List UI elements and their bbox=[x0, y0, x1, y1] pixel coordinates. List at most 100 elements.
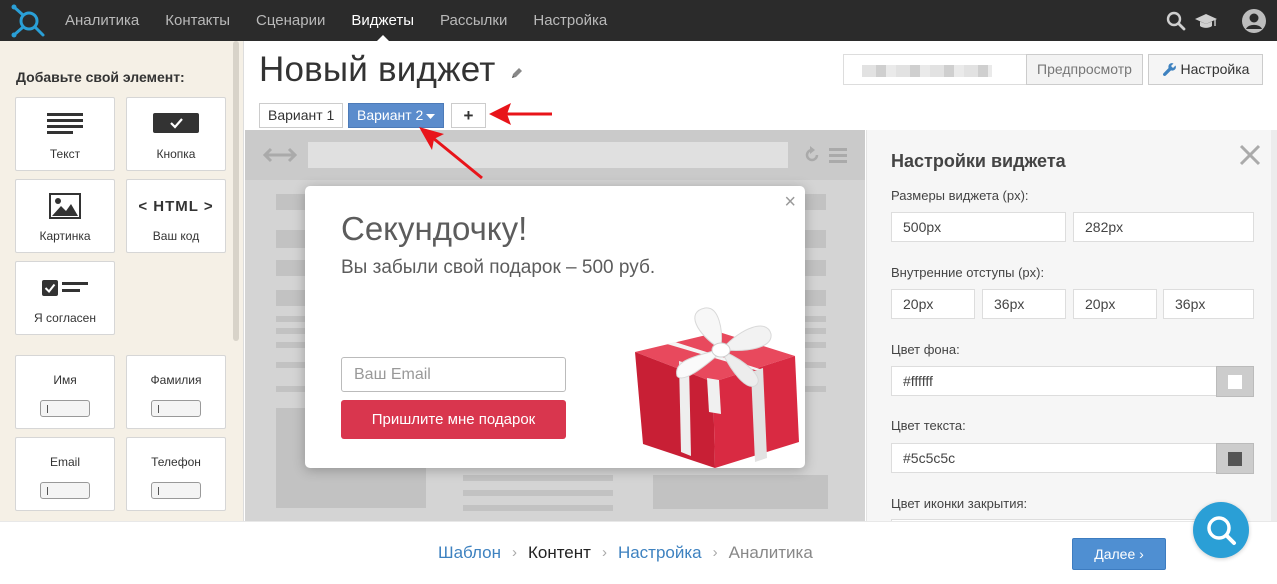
wrench-icon bbox=[1162, 63, 1176, 77]
palette-tile-label: Телефон bbox=[151, 455, 201, 469]
tab-variant-2[interactable]: Вариант 2 bbox=[348, 103, 445, 128]
palette-tile-first-name[interactable]: Имя bbox=[15, 355, 115, 429]
wizard-steps: Шаблон › Контент › Настройка › Аналитика bbox=[438, 522, 813, 582]
content-placeholder bbox=[653, 475, 828, 509]
element-palette: Добавьте свой элемент: Текст Кнопка Карт… bbox=[0, 41, 244, 521]
account-button[interactable] bbox=[1239, 0, 1269, 41]
education-button[interactable] bbox=[1191, 0, 1221, 41]
text-lines-icon bbox=[47, 113, 83, 134]
graduation-cap-icon bbox=[1195, 13, 1217, 28]
palette-tile-phone[interactable]: Телефон bbox=[126, 437, 226, 511]
content-placeholder bbox=[463, 490, 613, 496]
close-icon[interactable] bbox=[1237, 142, 1263, 168]
reload-icon bbox=[805, 146, 819, 162]
step-settings[interactable]: Настройка bbox=[618, 522, 702, 582]
popup-subheading[interactable]: Вы забыли свой подарок – 500 руб. bbox=[341, 257, 655, 279]
search-icon bbox=[1166, 11, 1186, 30]
user-avatar-icon bbox=[1242, 8, 1266, 33]
palette-tile-label: Email bbox=[49, 455, 80, 469]
popup-submit-button[interactable]: Пришлите мне подарок bbox=[341, 400, 566, 439]
height-input[interactable]: 282px bbox=[1073, 212, 1254, 242]
chevron-right-icon: › bbox=[601, 544, 607, 561]
palette-tile-button[interactable]: Кнопка bbox=[126, 97, 226, 171]
padding-top-input[interactable]: 20px bbox=[891, 289, 975, 319]
palette-tile-label: Кнопка bbox=[156, 147, 196, 161]
close-color-label: Цвет иконки закрытия: bbox=[891, 496, 1028, 511]
text-color-label: Цвет текста: bbox=[891, 418, 966, 433]
palette-tile-last-name[interactable]: Фамилия bbox=[126, 355, 226, 429]
step-content[interactable]: Контент bbox=[528, 522, 591, 582]
popup-heading[interactable]: Секундочку! bbox=[341, 210, 527, 248]
nav-item-widgets[interactable]: Виджеты bbox=[338, 0, 427, 41]
palette-tile-label: Фамилия bbox=[150, 373, 202, 387]
widget-settings-panel: Настройки виджета Размеры виджета (px): … bbox=[866, 130, 1277, 521]
widget-popup[interactable]: × Секундочку! Вы забыли свой подарок – 5… bbox=[305, 186, 805, 468]
chevron-right-icon: › bbox=[712, 544, 718, 561]
palette-tile-label: Ваш код bbox=[152, 229, 200, 243]
palette-tile-html[interactable]: < HTML > Ваш код bbox=[126, 179, 226, 253]
bg-color-label: Цвет фона: bbox=[891, 342, 960, 357]
settings-scrollbar[interactable] bbox=[1271, 130, 1277, 521]
tab-label: Вариант 2 bbox=[357, 107, 424, 123]
main-nav: Аналитика Контакты Сценарии Виджеты Расс… bbox=[52, 0, 620, 41]
blurred-url bbox=[862, 65, 992, 77]
tab-variant-1[interactable]: Вариант 1 bbox=[259, 103, 344, 128]
text-color-input[interactable]: #5c5c5c bbox=[891, 443, 1217, 473]
back-forward-icon bbox=[263, 147, 297, 163]
padding-bottom-input[interactable]: 20px bbox=[1073, 289, 1157, 319]
preview-button[interactable]: Предпросмотр bbox=[1026, 54, 1143, 85]
palette-tile-label: Картинка bbox=[39, 229, 91, 243]
padding-right-input[interactable]: 36px bbox=[982, 289, 1066, 319]
padding-label: Внутренние отступы (px): bbox=[891, 265, 1045, 280]
pencil-icon[interactable] bbox=[510, 66, 524, 80]
width-input[interactable]: 500px bbox=[891, 212, 1066, 242]
address-bar-placeholder bbox=[308, 142, 788, 168]
palette-scrollbar[interactable] bbox=[233, 41, 239, 341]
search-button[interactable] bbox=[1161, 0, 1191, 41]
checkbox-icon bbox=[42, 280, 88, 296]
popup-email-input[interactable] bbox=[341, 357, 566, 392]
help-search-button[interactable] bbox=[1193, 502, 1249, 558]
arrow-to-add-tab bbox=[489, 103, 552, 125]
popup-close-icon[interactable]: × bbox=[784, 192, 796, 212]
nav-item-contacts[interactable]: Контакты bbox=[152, 0, 243, 41]
palette-tile-image[interactable]: Картинка bbox=[15, 179, 115, 253]
padding-left-input[interactable]: 36px bbox=[1163, 289, 1254, 319]
content-placeholder bbox=[463, 505, 613, 511]
size-label: Размеры виджета (px): bbox=[891, 188, 1029, 203]
text-color-swatch[interactable] bbox=[1216, 443, 1254, 474]
bg-color-swatch[interactable] bbox=[1216, 366, 1254, 397]
preview-url-input[interactable] bbox=[843, 54, 1027, 85]
wizard-footer: Шаблон › Контент › Настройка › Аналитика… bbox=[0, 521, 1277, 581]
html-code-icon: < HTML > bbox=[138, 197, 214, 215]
input-field-icon bbox=[151, 482, 201, 499]
next-button[interactable]: Далее › bbox=[1072, 538, 1166, 570]
input-field-icon bbox=[40, 400, 90, 417]
add-variant-button[interactable]: + bbox=[451, 103, 486, 128]
nav-item-settings[interactable]: Настройка bbox=[520, 0, 620, 41]
input-field-icon bbox=[40, 482, 90, 499]
palette-tile-text[interactable]: Текст bbox=[15, 97, 115, 171]
step-template[interactable]: Шаблон bbox=[438, 522, 501, 582]
gift-box-image bbox=[635, 307, 799, 468]
image-icon bbox=[49, 193, 81, 219]
palette-tile-email[interactable]: Email bbox=[15, 437, 115, 511]
nav-item-mailings[interactable]: Рассылки bbox=[427, 0, 520, 41]
palette-heading: Добавьте свой элемент: bbox=[16, 69, 185, 85]
settings-button-label: Настройка bbox=[1180, 61, 1250, 77]
nav-item-analytics[interactable]: Аналитика bbox=[52, 0, 152, 41]
step-analytics[interactable]: Аналитика bbox=[729, 522, 813, 582]
input-field-icon bbox=[151, 400, 201, 417]
palette-tile-label: Имя bbox=[53, 373, 77, 387]
settings-button[interactable]: Настройка bbox=[1148, 54, 1263, 85]
chevron-right-icon: › bbox=[511, 544, 517, 561]
caret-down-icon bbox=[426, 114, 436, 119]
nav-item-scenarios[interactable]: Сценарии bbox=[243, 0, 338, 41]
palette-tile-label: Текст bbox=[49, 147, 81, 161]
page-title: Новый виджет bbox=[259, 50, 496, 89]
logo-icon[interactable] bbox=[10, 4, 46, 38]
settings-title: Настройки виджета bbox=[891, 151, 1066, 171]
palette-tile-agree[interactable]: Я согласен bbox=[15, 261, 115, 335]
bg-color-input[interactable]: #ffffff bbox=[891, 366, 1217, 396]
palette-tile-label: Я согласен bbox=[34, 311, 96, 325]
